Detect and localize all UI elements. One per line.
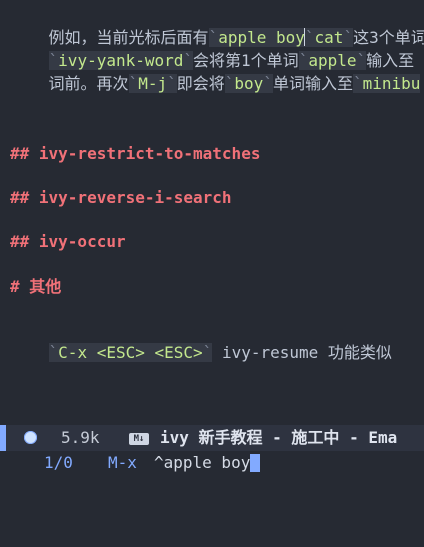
buffer-state-icon: [24, 431, 37, 444]
inline-code: boy: [234, 74, 264, 93]
text-segment: ivy-resume 功能类似: [212, 343, 392, 362]
inline-code: M-j: [138, 74, 168, 93]
minibuffer-cursor: [250, 454, 261, 472]
text-segment: 即会将: [176, 74, 225, 93]
buffer-title: ivy 新手教程 - 施工中 - Ema: [160, 428, 398, 447]
heading-ivy-restrict-to-matches: ## ivy-restrict-to-matches: [10, 144, 261, 163]
text-line-2: `ivy-yank-word`会将第1个单词`apple`输入至: [10, 31, 414, 70]
backtick: `: [167, 74, 177, 93]
heading-ivy-occur: ## ivy-occur: [10, 232, 126, 251]
backtick: `: [128, 74, 139, 93]
markdown-mode-icon: M↓: [129, 433, 149, 445]
heading-other: # 其他: [10, 277, 62, 296]
text-segment: 词前。再次: [48, 74, 129, 93]
minibuffer-input-text: ^apple boy: [154, 453, 251, 472]
backtick: `: [352, 74, 363, 93]
candidate-count: 1/0: [44, 453, 73, 472]
inline-code: minibu: [362, 74, 421, 93]
mode-line: 5.9k M↓ ivy 新手教程 - 施工中 - Ema: [0, 425, 424, 451]
heading-ivy-reverse-i-search: ## ivy-reverse-i-search: [10, 188, 232, 207]
text-line-1: 例如，当前光标后面有`apple boy`cat`这3个单词: [10, 8, 424, 47]
minibuffer-prompt: M-x: [108, 453, 137, 472]
backtick: `: [202, 343, 213, 362]
buffer-size: 5.9k: [61, 428, 100, 447]
text-segment: 单词输入至: [272, 74, 353, 93]
text-line-3: 词前。再次`M-j`即会将`boy`单词输入至`minibu: [10, 54, 421, 93]
minibuffer[interactable]: 1/0 M-x ^apple boy: [0, 451, 424, 475]
editor-buffer[interactable]: 例如，当前光标后面有`apple boy`cat`这3个单词 `ivy-yank…: [0, 0, 424, 422]
minibuffer-input[interactable]: ^apple boy: [154, 451, 261, 475]
mode-line-accent: [0, 425, 6, 451]
backtick: `: [48, 343, 59, 362]
inline-code: C-x <ESC> <ESC>: [58, 343, 203, 362]
text-line-resume: `C-x <ESC> <ESC>` ivy-resume 功能类似: [10, 323, 392, 362]
backtick: `: [263, 74, 273, 93]
backtick: `: [224, 74, 235, 93]
